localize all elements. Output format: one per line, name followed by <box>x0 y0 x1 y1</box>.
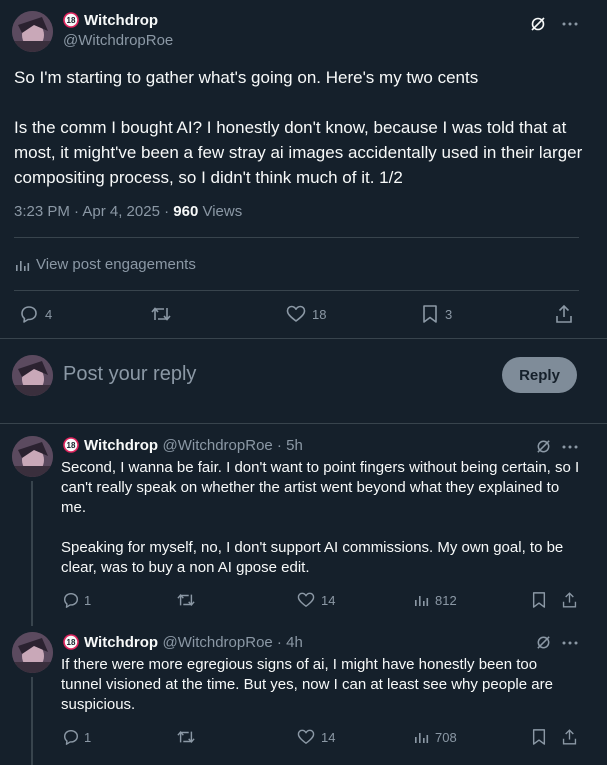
bookmark-button[interactable]: 3 <box>421 304 452 324</box>
reply-paragraph: Second, I wanna be fair. I don't want to… <box>61 459 580 516</box>
post-text: So I'm starting to gather what's going o… <box>14 65 594 190</box>
post-paragraph: So I'm starting to gather what's going o… <box>14 68 479 87</box>
reply-count: 1 <box>84 729 92 745</box>
like-button[interactable]: 14 <box>297 729 335 745</box>
grok-slash-icon[interactable] <box>535 438 552 455</box>
author-handle[interactable]: @WitchdropRoe <box>162 634 272 651</box>
author-name[interactable]: Witchdrop <box>84 634 158 651</box>
share-icon <box>561 591 578 609</box>
divider <box>0 423 607 424</box>
reply-paragraph: If there were more egregious signs of ai… <box>61 656 553 713</box>
like-icon <box>286 305 306 323</box>
more-icon[interactable] <box>561 634 579 652</box>
grok-slash-icon[interactable] <box>535 634 552 651</box>
more-icon[interactable] <box>561 15 579 33</box>
analytics-icon <box>14 257 30 273</box>
reply-header: 18 Witchdrop @WitchdropRoe · 4h <box>63 634 303 652</box>
reply-submit-button[interactable]: Reply <box>502 357 577 393</box>
views-count: 812 <box>435 592 457 608</box>
repost-icon <box>176 591 196 609</box>
age-18-badge-icon: 18 <box>63 634 79 650</box>
views-button[interactable]: 708 <box>413 729 457 745</box>
reply-paragraph: Speaking for myself, no, I don't support… <box>61 539 564 576</box>
reply-icon <box>62 591 80 609</box>
repost-icon <box>176 728 196 746</box>
composer-avatar[interactable] <box>12 355 53 396</box>
views-count: 960 <box>173 203 199 220</box>
reply-text: Second, I wanna be fair. I don't want to… <box>61 458 581 578</box>
avatar[interactable] <box>12 436 53 477</box>
like-count: 14 <box>321 729 336 745</box>
thread-line <box>31 677 33 765</box>
avatar[interactable] <box>12 632 53 673</box>
reply-header: 18 Witchdrop @WitchdropRoe · 5h <box>63 437 303 455</box>
share-button[interactable] <box>561 728 578 746</box>
author-handle[interactable]: @WitchdropRoe <box>162 437 272 454</box>
author-name[interactable]: Witchdrop <box>84 437 158 454</box>
reply-icon <box>62 728 80 746</box>
svg-text:18: 18 <box>67 638 76 647</box>
bookmark-icon <box>531 728 547 746</box>
like-count: 18 <box>312 306 327 322</box>
repost-icon <box>150 304 172 324</box>
reply-button[interactable]: 1 <box>62 591 91 609</box>
reply-button[interactable]: 4 <box>19 304 52 324</box>
bookmark-icon <box>531 591 547 609</box>
reply-input[interactable]: Post your reply <box>63 363 196 386</box>
more-icon[interactable] <box>561 438 579 456</box>
author-name[interactable]: Witchdrop <box>84 12 158 29</box>
like-button[interactable]: 18 <box>286 305 326 323</box>
like-count: 14 <box>321 592 336 608</box>
divider <box>0 338 607 339</box>
like-icon <box>297 729 315 745</box>
svg-text:18: 18 <box>67 16 76 25</box>
age-18-badge-icon: 18 <box>63 437 79 453</box>
like-icon <box>297 592 315 608</box>
repost-button[interactable] <box>176 728 196 746</box>
bookmark-button[interactable] <box>531 728 547 746</box>
reply-count: 1 <box>84 592 92 608</box>
view-engagements-link[interactable]: View post engagements <box>14 256 196 273</box>
thread-line <box>31 481 33 626</box>
bookmark-icon <box>421 304 439 324</box>
reply-text: If there were more egregious signs of ai… <box>61 655 581 715</box>
author-handle[interactable]: @WitchdropRoe <box>63 32 173 49</box>
views-count: 708 <box>435 729 457 745</box>
share-button[interactable] <box>554 304 574 324</box>
avatar[interactable] <box>12 11 53 52</box>
post-time[interactable]: · 4h <box>273 634 303 651</box>
share-icon <box>561 728 578 746</box>
engagements-label: View post engagements <box>36 256 196 273</box>
share-icon <box>554 304 574 324</box>
post-paragraph: Is the comm I bought AI? I honestly don'… <box>14 118 583 187</box>
reply-button[interactable]: 1 <box>62 728 91 746</box>
divider <box>14 290 579 291</box>
share-button[interactable] <box>561 591 578 609</box>
repost-button[interactable] <box>176 591 196 609</box>
post-author[interactable]: 18 Witchdrop <box>63 12 158 30</box>
grok-slash-icon[interactable] <box>529 15 547 33</box>
analytics-icon <box>413 592 429 608</box>
bookmark-button[interactable] <box>531 591 547 609</box>
divider <box>14 237 579 238</box>
post-timestamp[interactable]: 3:23 PM · Apr 4, 2025 · <box>14 203 173 220</box>
views-label: Views <box>198 203 243 220</box>
reply-count: 4 <box>45 306 53 322</box>
analytics-icon <box>413 729 429 745</box>
post-meta: 3:23 PM · Apr 4, 2025 · 960 Views <box>14 203 242 220</box>
svg-text:18: 18 <box>67 441 76 450</box>
repost-button[interactable] <box>150 304 178 324</box>
bookmark-count: 3 <box>445 306 453 322</box>
reply-icon <box>19 304 39 324</box>
like-button[interactable]: 14 <box>297 592 335 608</box>
age-18-badge-icon: 18 <box>63 12 79 28</box>
post-time[interactable]: · 5h <box>273 437 303 454</box>
views-button[interactable]: 812 <box>413 592 457 608</box>
